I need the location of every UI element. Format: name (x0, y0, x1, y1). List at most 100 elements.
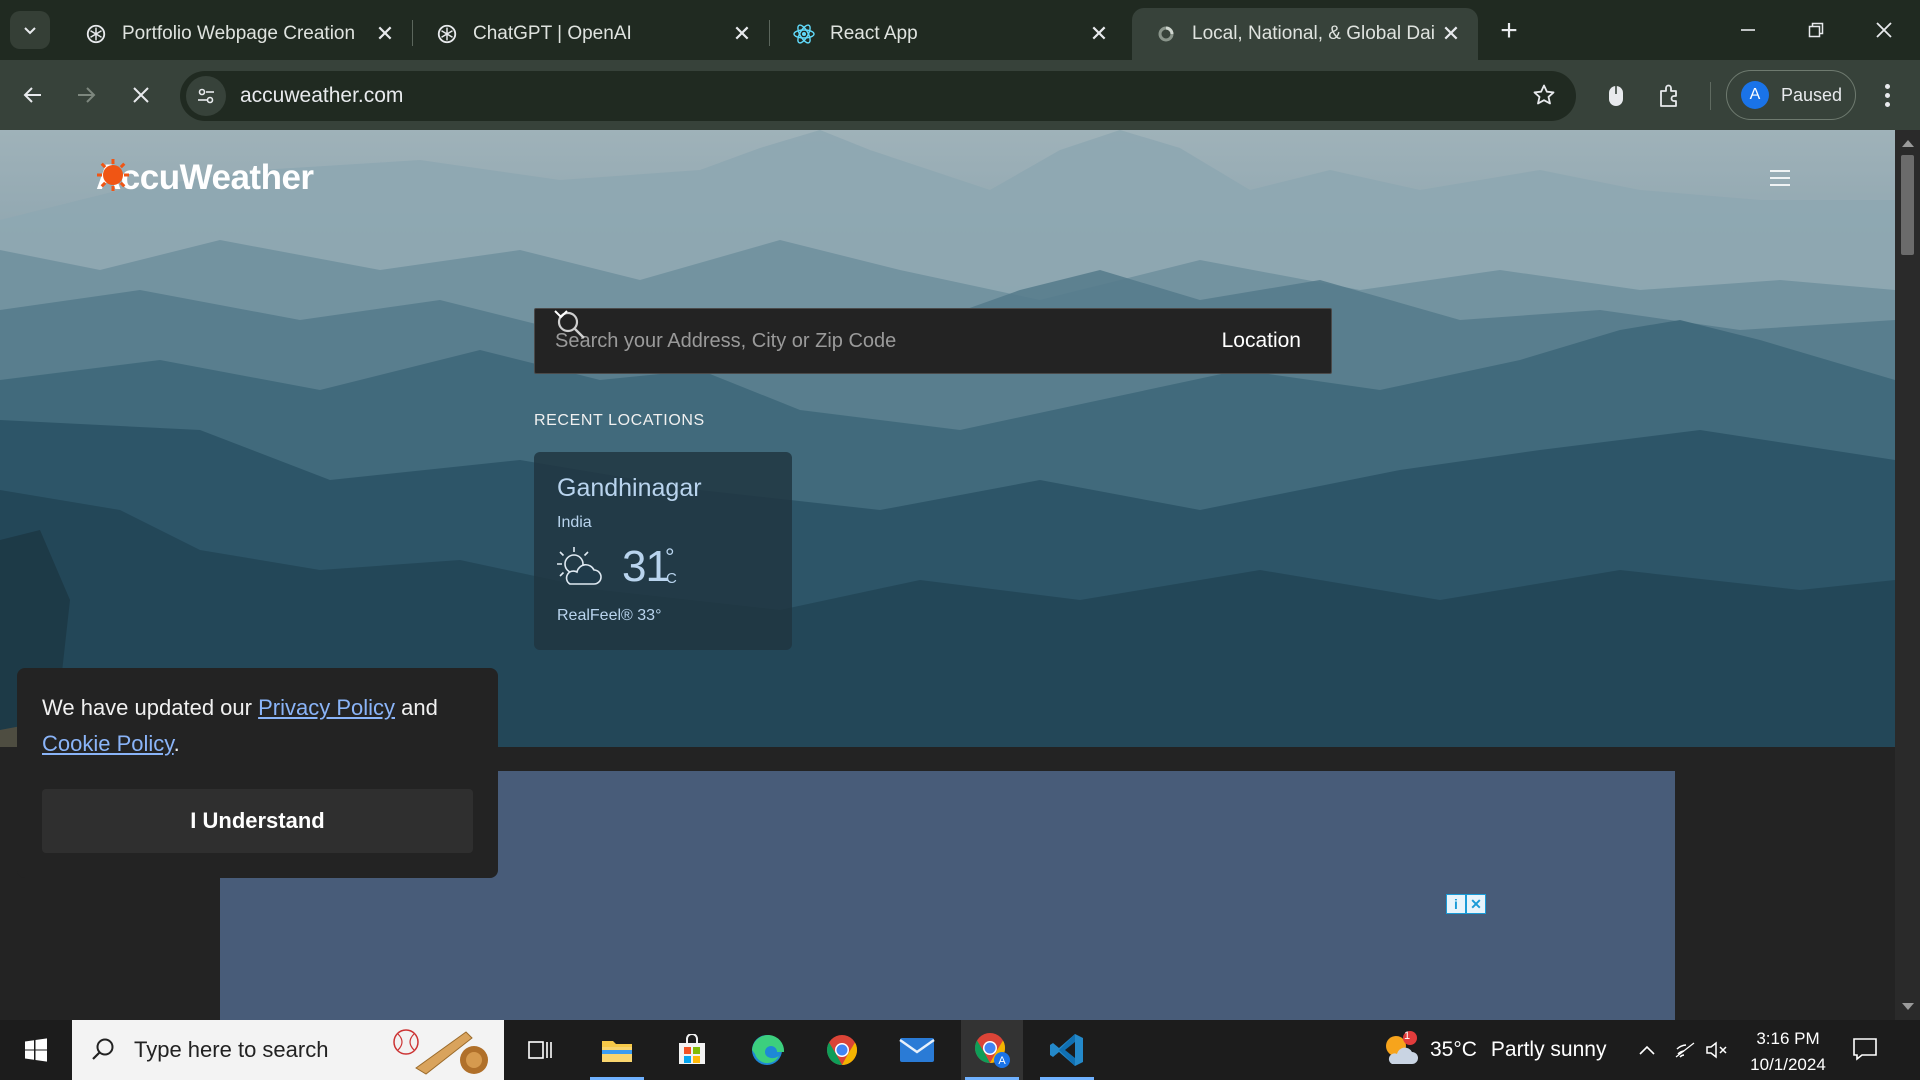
file-explorer-button[interactable] (586, 1020, 648, 1080)
profile-status: Paused (1781, 84, 1843, 105)
toolbar-divider (1710, 82, 1711, 110)
tab-title: ChatGPT | OpenAI (473, 23, 632, 44)
i-understand-button[interactable]: I Understand (42, 789, 473, 853)
ad-close-icon[interactable]: ✕ (1466, 894, 1486, 914)
temperature-unit: C (666, 570, 677, 587)
chrome-profile-button[interactable]: A (961, 1020, 1023, 1080)
hero-section: AccuWeather Location RECENT LOCATIONS Ga… (0, 130, 1895, 747)
tab-title: Local, National, & Global Daily \ (1192, 23, 1436, 44)
new-tab-button[interactable]: + (1492, 14, 1526, 48)
site-settings-icon[interactable] (186, 76, 226, 116)
back-button[interactable] (12, 74, 54, 116)
show-hidden-icons-button[interactable] (1632, 1020, 1662, 1080)
tab-accuweather[interactable]: Local, National, & Global Daily \ ✕ (1132, 8, 1478, 60)
location-label: Location (1221, 329, 1301, 352)
network-button[interactable] (1670, 1020, 1700, 1080)
privacy-policy-link[interactable]: Privacy Policy (258, 695, 395, 720)
system-clock[interactable]: 3:16 PM 10/1/2024 (1740, 1026, 1836, 1078)
chrome-profile-icon: A (974, 1033, 1010, 1068)
avatar: A (1741, 81, 1769, 109)
location-dropdown[interactable]: Location (554, 310, 1301, 353)
bookmark-star-icon[interactable] (1532, 83, 1556, 112)
folder-icon (602, 1041, 632, 1062)
realfeel-value: RealFeel® 33° (557, 607, 662, 624)
page-viewport: AccuWeather Location RECENT LOCATIONS Ga… (0, 130, 1895, 1020)
tab-chatgpt[interactable]: ChatGPT | OpenAI ✕ (413, 8, 769, 60)
scrollbar-thumb[interactable] (1901, 155, 1914, 255)
stop-loading-button[interactable] (120, 74, 162, 116)
start-button[interactable] (0, 1020, 72, 1080)
notification-icon (1853, 1038, 1877, 1061)
tab-portfolio[interactable]: Portfolio Webpage Creation ✕ (62, 8, 412, 60)
mouse-extension-icon[interactable] (1600, 80, 1632, 112)
edge-browser-button[interactable] (736, 1020, 798, 1080)
browser-menu-button[interactable] (1870, 76, 1904, 114)
taskbar-weather-description: Partly sunny (1490, 1038, 1607, 1061)
tab-title: React App (830, 23, 918, 44)
scroll-down-arrow-icon[interactable] (1902, 1003, 1914, 1010)
cookie-text-before: We have updated our (42, 695, 259, 720)
url-text[interactable]: accuweather.com (240, 84, 403, 108)
cookie-text-after: . (173, 731, 180, 756)
browser-toolbar: accuweather.com A Paused (0, 60, 1920, 130)
weather-alert-badge: 1 (1404, 1030, 1411, 1042)
close-tab-icon[interactable]: ✕ (370, 19, 400, 49)
tab-strip: Portfolio Webpage Creation ✕ ChatGPT | O… (0, 0, 1920, 60)
recent-locations-heading: RECENT LOCATIONS (534, 412, 705, 429)
microsoft-store-button[interactable] (661, 1020, 723, 1080)
taskbar-weather-widget[interactable]: 1 35°C Partly sunny (1380, 1020, 1606, 1080)
taskbar-search-box[interactable]: Type here to search (72, 1020, 504, 1080)
cookie-message: We have updated our Privacy Policy and C… (42, 690, 482, 762)
profile-button[interactable]: A Paused (1726, 70, 1856, 120)
close-tab-icon[interactable]: ✕ (727, 19, 757, 49)
task-view-icon (528, 1041, 552, 1059)
page-scrollbar[interactable] (1895, 130, 1920, 1020)
search-input[interactable] (555, 329, 1222, 353)
forward-button[interactable] (65, 74, 107, 116)
close-window-button[interactable] (1850, 8, 1918, 52)
location-search-bar: Location (534, 308, 1332, 374)
windows-taskbar: Type here to search A 1 35°C Partly sunn… (0, 1020, 1920, 1080)
restore-button[interactable] (1782, 8, 1850, 52)
hamburger-menu-icon[interactable] (1770, 170, 1790, 186)
restore-icon (1808, 22, 1824, 38)
arrow-left-icon (23, 87, 41, 103)
recent-location-card[interactable]: Gandhinagar India 31 ° C RealFeel® 33° (534, 452, 792, 650)
openai-icon (435, 22, 459, 46)
volume-button[interactable] (1702, 1020, 1732, 1080)
tab-search-button[interactable] (10, 11, 50, 49)
partly-sunny-icon (1386, 1031, 1418, 1064)
chrome-button[interactable] (811, 1020, 873, 1080)
cookie-text-mid: and (395, 695, 438, 720)
extensions-puzzle-icon[interactable] (1654, 80, 1686, 112)
close-tab-icon[interactable]: ✕ (1084, 19, 1114, 49)
cookie-policy-link[interactable]: Cookie Policy (42, 731, 174, 756)
baseball-search-highlight-icon (393, 1029, 488, 1075)
degree-symbol: ° (665, 544, 675, 571)
react-icon (792, 22, 816, 46)
accuweather-logo[interactable]: AccuWeather (96, 158, 314, 198)
close-icon (1876, 22, 1892, 38)
speaker-muted-icon (1706, 1041, 1727, 1059)
chrome-icon (826, 1035, 858, 1065)
openai-icon (84, 22, 108, 46)
chevron-down-icon (554, 310, 568, 319)
task-view-button[interactable] (510, 1020, 572, 1080)
mail-icon (899, 1038, 935, 1062)
minimize-icon (1741, 29, 1755, 31)
ad-info-icon[interactable]: i (1446, 894, 1466, 914)
address-bar[interactable]: accuweather.com (180, 71, 1576, 121)
search-icon (92, 1038, 114, 1060)
notification-center-button[interactable] (1852, 1036, 1878, 1067)
vscode-button[interactable] (1036, 1020, 1098, 1080)
tab-react-app[interactable]: React App ✕ (770, 8, 1126, 60)
chevron-down-icon (24, 27, 36, 35)
scroll-up-arrow-icon[interactable] (1902, 140, 1914, 147)
close-tab-icon[interactable]: ✕ (1436, 19, 1466, 49)
arrow-right-icon (78, 87, 96, 103)
store-icon (679, 1034, 705, 1064)
location-temperature: 31 (622, 542, 670, 591)
mail-button[interactable] (886, 1020, 948, 1080)
chevron-up-icon (1639, 1045, 1655, 1055)
minimize-button[interactable] (1714, 8, 1782, 52)
